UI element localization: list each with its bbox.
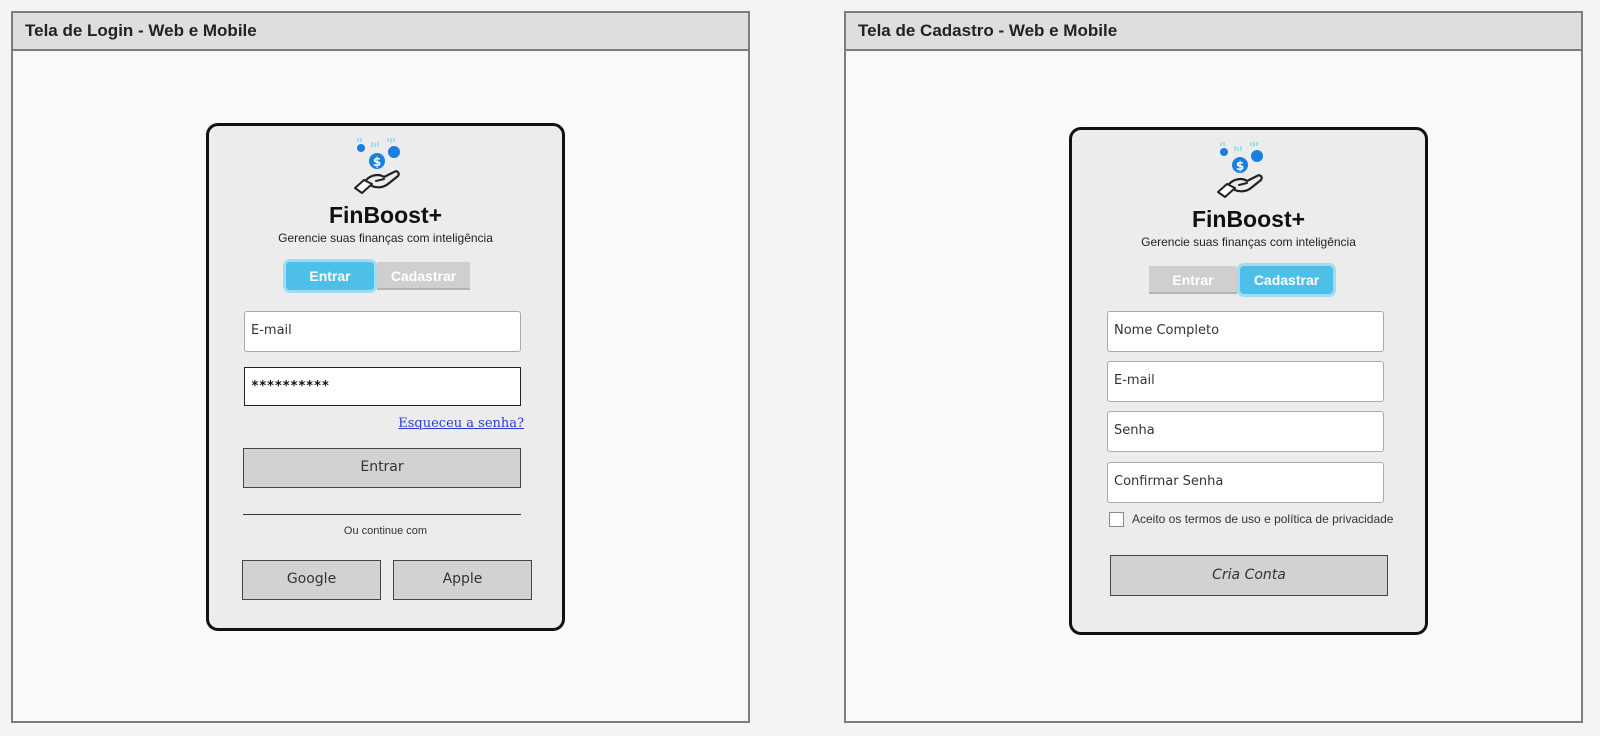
tab-entrar[interactable]: Entrar (286, 262, 374, 290)
hand-coin-logo-icon: $ (1217, 142, 1263, 198)
brand-name: FinBoost+ (1191, 206, 1306, 232)
login-screen-panel: Tela de Login - Web e Mobile $ FinBoost+… (11, 11, 750, 723)
apple-login-button[interactable]: Apple (393, 560, 532, 600)
svg-text:$: $ (373, 155, 381, 169)
tab-cadastrar[interactable]: Cadastrar (1240, 266, 1333, 294)
terms-checkbox[interactable] (1109, 512, 1124, 527)
panel-header-title: Tela de Cadastro - Web e Mobile (846, 13, 1581, 51)
auth-tabs: Entrar Cadastrar (1146, 257, 1346, 297)
svg-text:$: $ (1236, 159, 1244, 173)
full-name-field[interactable]: Nome Completo (1107, 311, 1384, 352)
panel-header-title: Tela de Login - Web e Mobile (13, 13, 748, 51)
create-account-button[interactable]: Cria Conta (1110, 555, 1388, 596)
login-submit-button[interactable]: Entrar (243, 448, 521, 488)
brand-name: FinBoost+ (328, 202, 443, 228)
google-login-button[interactable]: Google (242, 560, 381, 600)
signup-screen-panel: Tela de Cadastro - Web e Mobile $ FinBoo… (844, 11, 1583, 723)
divider-line (243, 514, 521, 515)
email-field[interactable]: E-mail (1107, 361, 1384, 402)
tagline: Gerencie suas finanças com inteligência (278, 231, 493, 245)
confirm-password-field[interactable]: Confirmar Senha (1107, 462, 1384, 503)
hand-coin-logo-icon: $ (354, 138, 400, 194)
signup-card: $ FinBoost+ Gerencie suas finanças com i… (1069, 127, 1428, 635)
tab-cadastrar[interactable]: Cadastrar (377, 262, 470, 290)
auth-tabs: Entrar Cadastrar (283, 257, 483, 297)
email-field[interactable]: E-mail (244, 311, 521, 352)
tab-entrar[interactable]: Entrar (1149, 266, 1237, 294)
login-card: $ FinBoost+ Gerencie suas finanças com i… (206, 123, 565, 631)
continue-with-text: Ou continue com (343, 525, 428, 537)
password-field[interactable]: Senha (1107, 411, 1384, 452)
forgot-password-link[interactable]: Esqueceu a senha? (398, 416, 524, 431)
terms-label: Aceito os termos de uso e política de pr… (1132, 512, 1394, 526)
password-field[interactable]: ********** (244, 367, 521, 406)
tagline: Gerencie suas finanças com inteligência (1141, 235, 1356, 249)
